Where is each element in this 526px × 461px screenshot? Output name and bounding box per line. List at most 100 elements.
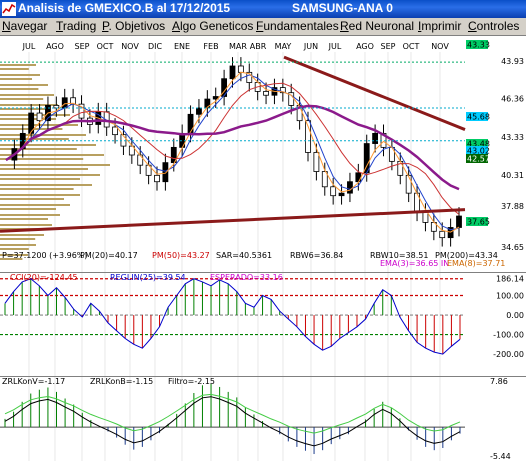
month-label: OCT bbox=[97, 42, 114, 51]
candle-body bbox=[372, 132, 379, 144]
price-info-label: EMA(3)=36.65 IN bbox=[380, 259, 449, 268]
candle-body bbox=[36, 112, 43, 122]
cci-tick-label: 100.00 bbox=[496, 292, 524, 301]
zrl-tick-label: 7.86 bbox=[490, 377, 508, 386]
month-label: NOV bbox=[121, 42, 139, 51]
volume-profile-bar bbox=[0, 124, 78, 126]
month-label: DIC bbox=[148, 42, 163, 51]
volume-profile-bar bbox=[0, 88, 39, 90]
price-tick-label: 43.33 bbox=[501, 133, 524, 142]
menu-navegar[interactable]: Navegar bbox=[2, 19, 47, 33]
month-label: NOV bbox=[431, 42, 449, 51]
candle-body bbox=[187, 113, 194, 134]
candle-body bbox=[162, 162, 169, 183]
volume-profile-bar bbox=[0, 194, 80, 196]
menu-algo-geneticos[interactable]: Algo Geneticos bbox=[172, 19, 253, 33]
volume-profile-bar bbox=[0, 214, 60, 216]
cci-tick-label: -100.00 bbox=[493, 331, 524, 340]
month-label: MAY bbox=[275, 42, 292, 51]
price-info-label: EMA(8)=37.71 bbox=[447, 259, 505, 268]
chart-area[interactable]: JUL AGO SEP OCT NOV DIC ENE FEB MAR ABR MAY JUN JUL A… bbox=[0, 36, 526, 461]
app-window: Analisis de GMEXICO.B al 17/12/2015 SAMS… bbox=[0, 0, 526, 461]
volume-profile-bar bbox=[0, 164, 110, 166]
price-info-label: PM(50)=43.27 bbox=[152, 251, 210, 260]
cci-label: CCI(20)=-124.45 bbox=[10, 273, 78, 282]
volume-profile-bar bbox=[0, 224, 52, 226]
month-label: JUN bbox=[303, 42, 318, 51]
candle-body bbox=[154, 174, 160, 183]
month-label: MAR bbox=[229, 42, 247, 51]
month-label: FEB bbox=[203, 42, 218, 51]
volume-profile-bar bbox=[0, 234, 44, 236]
volume-profile-bar bbox=[0, 78, 32, 80]
price-badge-label: 43.33 bbox=[467, 41, 490, 50]
cci-label: REGLIN(25)=39.54 bbox=[110, 273, 186, 282]
price-tick-label: 40.31 bbox=[501, 171, 524, 180]
volume-profile-bar bbox=[0, 238, 36, 240]
candle-body bbox=[338, 192, 345, 197]
menu-controles[interactable]: Controles bbox=[468, 19, 519, 33]
volume-profile-bar bbox=[0, 98, 44, 100]
candle-body bbox=[229, 65, 236, 80]
volume-profile-bar bbox=[0, 94, 54, 96]
month-label: ENE bbox=[174, 42, 190, 51]
menu-fundamentales[interactable]: Fundamentales bbox=[256, 19, 339, 33]
price-badge-label: 45.68 bbox=[467, 113, 490, 122]
menu-p-objetivos[interactable]: P. Objetivos bbox=[102, 19, 165, 33]
candle-body bbox=[313, 152, 320, 172]
price-tick-label: 34.65 bbox=[501, 243, 524, 252]
candle-body bbox=[355, 172, 362, 183]
candle-body bbox=[237, 65, 244, 73]
volume-profile-bar bbox=[0, 184, 92, 186]
month-label: SEP bbox=[75, 42, 90, 51]
panel-separator bbox=[0, 376, 526, 377]
price-tick-label: 46.36 bbox=[501, 94, 524, 103]
month-label: SEP bbox=[381, 42, 396, 51]
price-info-label: RBW6=36.84 bbox=[290, 251, 343, 260]
price-badge-label: 37.65 bbox=[467, 218, 490, 227]
month-label: JUL bbox=[22, 42, 36, 51]
volume-profile-bar bbox=[0, 198, 64, 200]
price-info-label: PM(20)=40.17 bbox=[80, 251, 138, 260]
candle-body bbox=[61, 97, 68, 109]
zrl-label: ZRLKonV=-1.17 bbox=[2, 377, 65, 386]
month-label: AGO bbox=[356, 42, 374, 51]
month-label: ABR bbox=[250, 42, 267, 51]
candle-body bbox=[263, 91, 269, 96]
cci-tick-label: 0.00 bbox=[506, 311, 524, 320]
price-badge-label: 42.57 bbox=[467, 155, 490, 164]
zrl-label: Filtro=-2.15 bbox=[168, 377, 215, 386]
price-tick-label: 37.88 bbox=[501, 202, 524, 211]
volume-profile-bar bbox=[0, 114, 70, 116]
menu-imprimir[interactable]: Imprimir bbox=[418, 19, 461, 33]
cci-label: ESPERADO=33.16 bbox=[210, 273, 283, 282]
candle-body bbox=[112, 126, 118, 136]
month-label: JUL bbox=[328, 42, 342, 51]
volume-profile-bar bbox=[0, 68, 29, 70]
candle-body bbox=[347, 181, 353, 194]
zrl-tick-label: -5.44 bbox=[490, 452, 511, 461]
candle-body bbox=[196, 107, 202, 115]
volume-profile-bar bbox=[0, 248, 29, 250]
month-label: AGO bbox=[46, 42, 64, 51]
volume-profile-bar bbox=[0, 84, 48, 86]
candle-body bbox=[422, 211, 429, 223]
window-title: Analisis de GMEXICO.B al 17/12/2015 bbox=[18, 1, 231, 15]
month-label: OCT bbox=[403, 42, 420, 51]
volume-profile-bar bbox=[0, 74, 40, 76]
cci-tick-label: 186.14 bbox=[496, 275, 524, 284]
menu-bar: Navegar Trading P. Objetivos Algo Geneticos… bbox=[0, 18, 526, 36]
cci-tick-label: -200.00 bbox=[493, 350, 524, 359]
title-bar: Analisis de GMEXICO.B al 17/12/2015 SAMS… bbox=[0, 0, 526, 18]
volume-profile-bar bbox=[0, 244, 36, 246]
menu-red-neuronal[interactable]: Red Neuronal bbox=[340, 19, 414, 33]
volume-profile-bar bbox=[0, 208, 56, 210]
candle-body bbox=[405, 174, 412, 194]
candle-body bbox=[330, 186, 337, 197]
candle-body bbox=[439, 230, 446, 239]
app-chart-icon bbox=[2, 2, 16, 16]
volume-profile-bar bbox=[0, 204, 70, 206]
volume-profile-bar bbox=[0, 174, 100, 176]
menu-trading[interactable]: Trading bbox=[56, 19, 96, 33]
candle-body bbox=[456, 215, 462, 228]
